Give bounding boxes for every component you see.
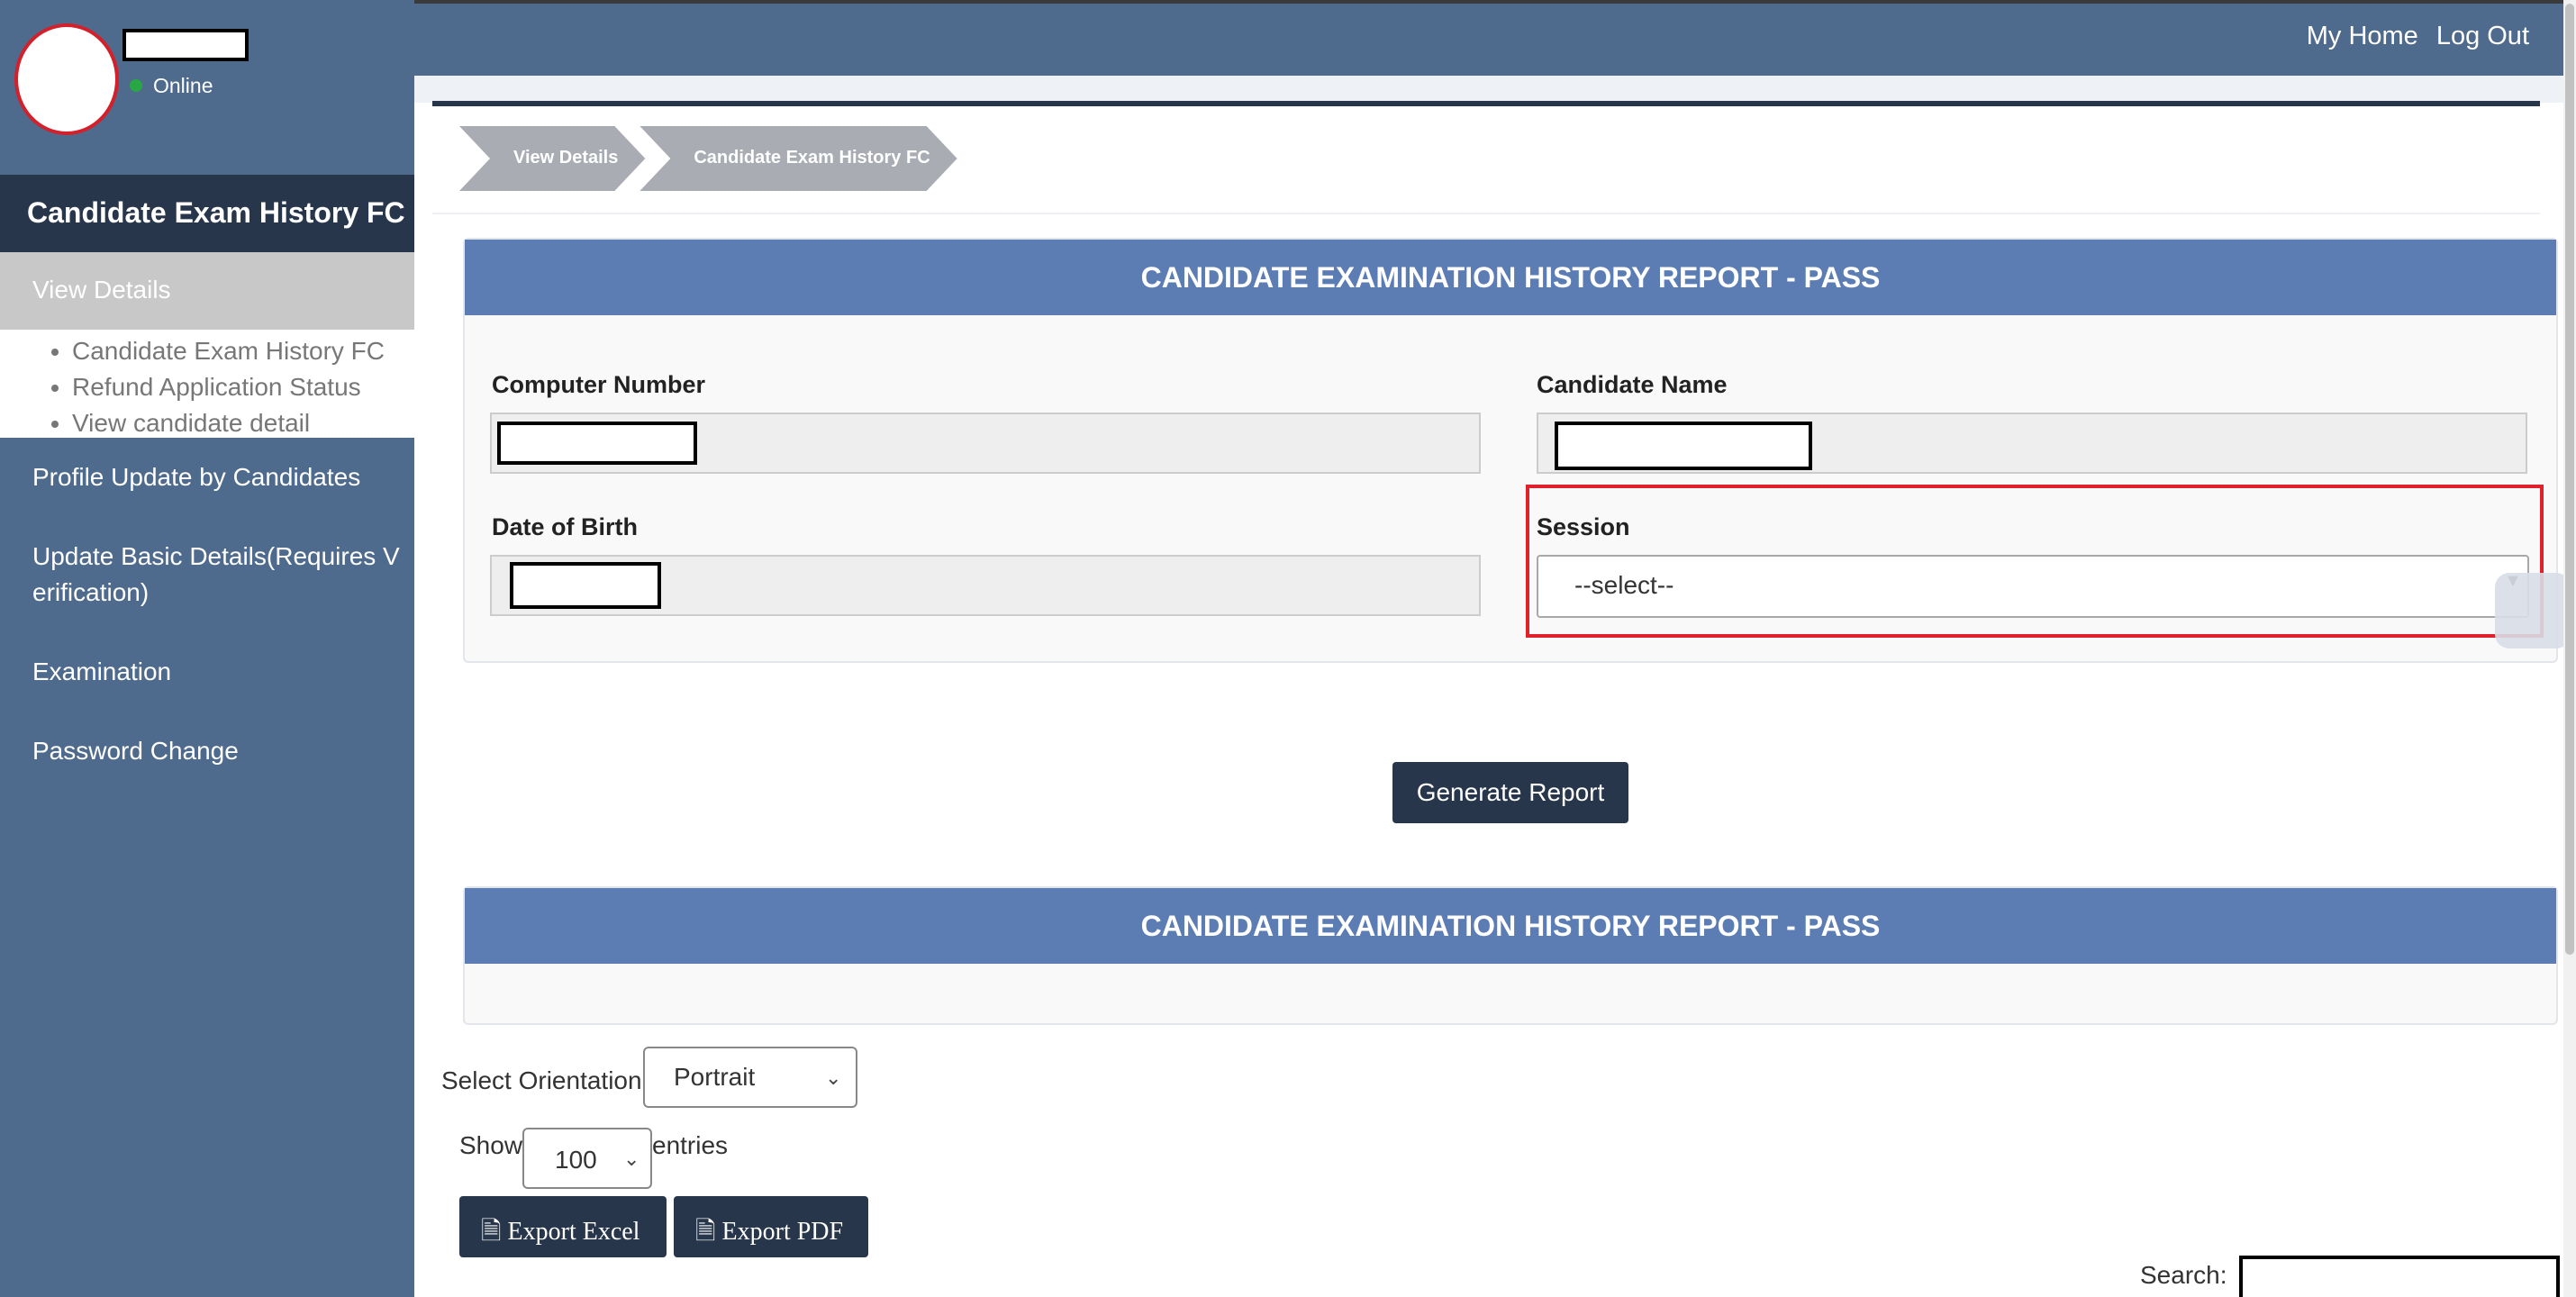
- search-label: Search:: [2140, 1261, 2227, 1289]
- main-content: View Details Candidate Exam History FC C…: [432, 101, 2560, 1297]
- sidebar-item-update-basic-details[interactable]: Update Basic Details(Requires V erificat…: [32, 539, 411, 611]
- export-pdf-button[interactable]: 🗎 Export PDF: [674, 1196, 868, 1257]
- redacted-computer-number: [497, 422, 697, 465]
- avatar: [14, 23, 119, 135]
- breadcrumb: View Details Candidate Exam History FC: [459, 126, 952, 191]
- sidebar: Online Candidate Exam History FC View De…: [0, 0, 414, 1297]
- candidate-name-label: Candidate Name: [1537, 371, 1728, 398]
- submenu-item-view-candidate[interactable]: View candidate detail: [72, 405, 414, 441]
- breadcrumb-candidate-exam-history[interactable]: Candidate Exam History FC: [639, 126, 957, 191]
- export-pdf-label: Export PDF: [721, 1218, 844, 1246]
- redacted-candidate-name: [1555, 422, 1812, 470]
- excel-file-icon: 🗎: [481, 1218, 502, 1246]
- submenu-item-refund-status[interactable]: Refund Application Status: [72, 369, 414, 405]
- export-excel-label: Export Excel: [507, 1218, 640, 1246]
- computer-number-label: Computer Number: [492, 371, 706, 398]
- form-panel-title: CANDIDATE EXAMINATION HISTORY REPORT - P…: [465, 240, 2556, 315]
- session-label: Session: [1537, 513, 1630, 540]
- session-select[interactable]: --select--: [1537, 555, 2529, 618]
- report-panel-title: CANDIDATE EXAMINATION HISTORY REPORT - P…: [465, 888, 2556, 964]
- sidebar-item-view-details[interactable]: View Details: [0, 252, 414, 330]
- orientation-label: Select Orientation: [441, 1066, 642, 1094]
- generate-report-button[interactable]: Generate Report: [1392, 762, 1628, 823]
- redacted-dob: [510, 562, 661, 609]
- pdf-file-icon: 🗎: [695, 1218, 716, 1246]
- top-header: My Home Log Out: [414, 0, 2576, 76]
- scrollbar-thumb[interactable]: [2565, 4, 2574, 955]
- sidebar-item-profile-update[interactable]: Profile Update by Candidates: [32, 459, 411, 495]
- search-input[interactable]: [2239, 1256, 2560, 1297]
- breadcrumb-view-details[interactable]: View Details: [459, 126, 645, 191]
- online-status-icon: [130, 79, 142, 92]
- my-home-link[interactable]: My Home: [2307, 22, 2418, 51]
- sidebar-submenu: Candidate Exam History FC Refund Applica…: [0, 330, 414, 438]
- redacted-user-name: [122, 29, 249, 61]
- sidebar-item-examination[interactable]: Examination: [32, 654, 411, 690]
- show-label: Show: [459, 1131, 523, 1159]
- floating-tool-button[interactable]: [2495, 573, 2571, 648]
- dob-label: Date of Birth: [492, 513, 638, 540]
- chevron-down-icon: ⌄: [825, 1066, 842, 1089]
- sidebar-item-password-change[interactable]: Password Change: [32, 733, 411, 769]
- sidebar-title: Candidate Exam History FC: [0, 175, 414, 252]
- log-out-link[interactable]: Log Out: [2436, 22, 2529, 51]
- user-status: Online: [153, 74, 213, 97]
- submenu-item-candidate-exam-history[interactable]: Candidate Exam History FC: [72, 333, 414, 369]
- header-spacer: [414, 76, 2576, 103]
- chevron-down-icon: ⌄: [623, 1147, 640, 1170]
- divider: [432, 213, 2540, 214]
- report-panel: CANDIDATE EXAMINATION HISTORY REPORT - P…: [463, 886, 2558, 1025]
- entries-label: entries: [652, 1131, 729, 1159]
- export-excel-button[interactable]: 🗎 Export Excel: [459, 1196, 667, 1257]
